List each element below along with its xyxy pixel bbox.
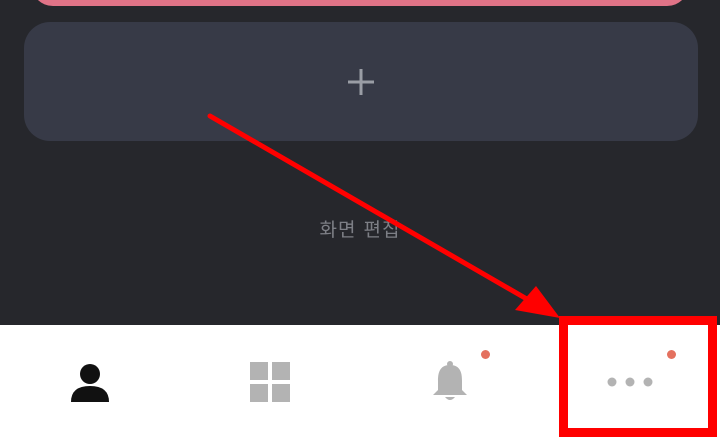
nav-tab-apps[interactable]: [180, 325, 360, 439]
bell-icon: [433, 361, 467, 400]
app-screen: 화면 편집: [0, 0, 720, 439]
pink-card[interactable]: [31, 0, 689, 6]
annotation-arrow-head: [515, 286, 560, 318]
person-icon: [71, 364, 109, 402]
add-widget-card[interactable]: [24, 22, 698, 141]
nav-tab-more[interactable]: [540, 325, 720, 439]
nav-tab-profile[interactable]: [0, 325, 180, 439]
bottom-nav: [0, 325, 720, 439]
more-icon: [607, 377, 653, 387]
plus-icon: [348, 68, 374, 95]
edit-screen-button[interactable]: 화면 편집: [0, 215, 720, 242]
annotation-arrow-line: [207, 113, 535, 305]
grid-icon: [250, 362, 290, 402]
notification-badge: [481, 350, 490, 359]
nav-tab-notifications[interactable]: [360, 325, 540, 439]
more-badge: [667, 350, 676, 359]
